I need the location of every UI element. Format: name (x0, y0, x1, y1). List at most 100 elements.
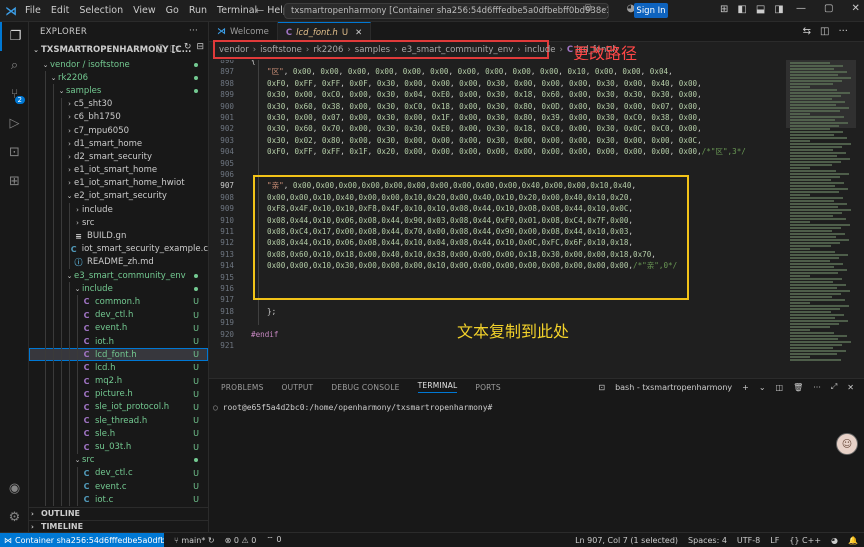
editor-scrollbar[interactable] (856, 60, 864, 378)
remote-indicator[interactable]: ⋈ Container sha256:54d6fffedbe5a0dfbebff… (0, 532, 164, 547)
breadcrumb-item[interactable]: isoftstone (260, 45, 302, 55)
close-icon[interactable]: ✕ (355, 28, 362, 38)
tree-item[interactable]: Cevent.c U (29, 480, 208, 494)
tab-welcome[interactable]: ⋊ Welcome (209, 22, 278, 42)
ports-status[interactable]: ⌔ 0 (266, 535, 281, 545)
terminal-name[interactable]: bash - txsmartropenharmony (615, 383, 732, 392)
copilot-status-icon[interactable]: ◕ (831, 536, 838, 545)
tree-item[interactable]: › src (29, 216, 208, 230)
end-of-line[interactable]: LF (770, 536, 779, 545)
compare-icon[interactable]: ⇆ (803, 26, 811, 37)
menu-selection[interactable]: Selection (79, 5, 123, 16)
code-line[interactable]: 918}; (209, 306, 786, 317)
workspace-root[interactable]: ⌄ TXSMARTROPENHARMONY [C... 🗋 🗀 ↻ ⊟ (29, 42, 208, 58)
new-file-icon[interactable]: 🗋 (158, 42, 165, 58)
timeline-section[interactable]: › TIMELINE (29, 520, 208, 532)
collapse-all-icon[interactable]: ⊟ (196, 42, 204, 58)
outline-section[interactable]: › OUTLINE (29, 507, 208, 519)
toggle-secondary-sidebar-icon[interactable]: ◨ (774, 4, 783, 15)
explorer-icon[interactable]: ❐ (0, 22, 29, 51)
code-line[interactable]: 904 0xF0, 0xFF, 0xFF, 0x1F, 0x20, 0x00, 0… (209, 146, 786, 157)
tree-item[interactable]: Ccommon.h U (29, 295, 208, 309)
toggle-sidebar-icon[interactable]: ◧ (737, 4, 746, 15)
menu-view[interactable]: View (133, 5, 156, 16)
problems-status[interactable]: ⊗ 0 ⚠ 0 (225, 536, 257, 545)
menu-go[interactable]: Go (166, 5, 179, 16)
tree-item[interactable]: › c6_bh1750 (29, 110, 208, 124)
tree-item[interactable]: ⌄ e3_smart_community_env (29, 269, 208, 283)
tree-item[interactable]: Csle_thread.h U (29, 414, 208, 428)
tree-item[interactable]: Cpicture.h U (29, 387, 208, 401)
more-actions-icon[interactable]: ··· (813, 383, 821, 392)
tree-item[interactable]: ⓘ README_zh.md (29, 255, 208, 269)
tab-lcd-font-h[interactable]: C lcd_font.h U ✕ (277, 22, 372, 42)
code-line[interactable]: 902 0x30, 0x60, 0x70, 0x00, 0x30, 0x30, 0… (209, 123, 786, 134)
new-folder-icon[interactable]: 🗀 (170, 42, 179, 58)
settings-gear-icon[interactable]: ⚙ (0, 503, 29, 532)
source-control-icon[interactable]: ⑂ 2 (0, 80, 29, 109)
run-debug-icon[interactable]: ▷ (0, 109, 29, 138)
extensions-icon[interactable]: ⊞ (0, 167, 29, 196)
code-line[interactable]: 900 0x30, 0x60, 0x38, 0x00, 0x30, 0xC0, 0… (209, 101, 786, 112)
tree-item[interactable]: Cdev_ctl.h U (29, 308, 208, 322)
language-mode[interactable]: {} C++ (789, 536, 821, 545)
menu-file[interactable]: File (25, 5, 41, 16)
close-window-icon[interactable]: ✕ (851, 3, 859, 14)
indentation[interactable]: Spaces: 4 (688, 536, 727, 545)
menu-edit[interactable]: Edit (51, 5, 69, 16)
tree-item[interactable]: › d1_smart_home (29, 137, 208, 151)
remote-window-icon[interactable]: ⧉ (585, 3, 592, 14)
breadcrumb-item[interactable]: samples (355, 45, 390, 55)
code-line[interactable]: 901 0x30, 0x00, 0x07, 0x00, 0x30, 0x00, 0… (209, 112, 786, 123)
code-line[interactable]: 897 "区", 0x00, 0x00, 0x00, 0x00, 0x00, 0x… (209, 66, 786, 77)
tree-item[interactable]: Csu_03t.h U (29, 440, 208, 454)
remote-explorer-icon[interactable]: ⊡ (0, 138, 29, 167)
minimize-icon[interactable]: — (796, 3, 806, 14)
new-terminal-icon[interactable]: + (742, 383, 749, 392)
code-line[interactable]: 898 0xF0, 0xFF, 0xFF, 0x0F, 0x30, 0x00, 0… (209, 78, 786, 89)
chevron-down-icon[interactable]: ⌄ (759, 383, 766, 392)
tree-item[interactable]: Ciot.h U (29, 334, 208, 349)
menu-run[interactable]: Run (189, 5, 207, 16)
account-icon[interactable]: ◉ (0, 474, 29, 503)
close-panel-icon[interactable]: ✕ (847, 383, 854, 392)
cursor-position[interactable]: Ln 907, Col 7 (1 selected) (575, 536, 678, 545)
tree-item[interactable]: ≡ BUILD.gn (29, 229, 208, 243)
assistant-avatar[interactable]: ☺ (836, 433, 858, 455)
tree-item[interactable]: › c5_sht30 (29, 97, 208, 111)
tree-item[interactable]: ⌄ vendor / isoftstone (29, 58, 208, 71)
tree-item[interactable]: Ciot.c U (29, 493, 208, 507)
tree-item[interactable]: › c7_mpu6050 (29, 123, 208, 138)
tree-item[interactable]: › e1_iot_smart_home (29, 163, 208, 177)
tree-item[interactable]: Csle_iot_protocol.h U (29, 400, 208, 415)
split-terminal-icon[interactable]: ◫ (776, 383, 784, 392)
tree-item[interactable]: Cmq2.h U (29, 374, 208, 388)
tree-item[interactable]: Clcd_font.h U (29, 348, 208, 362)
terminal-output[interactable]: ○ root@e65f5a4d2bc0:/home/openharmony/tx… (213, 403, 492, 412)
tab-problems[interactable]: PROBLEMS (221, 383, 264, 392)
tree-item[interactable]: ⌄ src (29, 453, 208, 467)
breadcrumb-item[interactable]: rk2206 (313, 45, 343, 55)
more-actions-icon[interactable]: ··· (189, 26, 198, 36)
toggle-panel-icon[interactable]: ⬓ (756, 4, 765, 15)
tree-item[interactable]: Cevent.h U (29, 321, 208, 335)
tree-item[interactable]: Csle.h U (29, 427, 208, 441)
sign-in-button[interactable]: Sign In (634, 3, 668, 18)
tab-output[interactable]: OUTPUT (282, 383, 314, 392)
search-icon[interactable]: ⌕ (0, 51, 29, 80)
command-center-search[interactable]: txsmartropenharmony [Container sha256:54… (284, 3, 609, 19)
more-actions-icon[interactable]: ··· (838, 26, 848, 37)
trash-icon[interactable]: 🗑 (793, 383, 803, 392)
breadcrumb-item[interactable]: vendor (219, 45, 249, 55)
back-arrow-icon[interactable]: ← (255, 4, 264, 17)
minimap[interactable] (786, 60, 856, 378)
tree-item[interactable]: › e1_iot_smart_home_hwiot (29, 176, 208, 190)
code-line[interactable]: 903 0x30, 0x02, 0x80, 0x00, 0x30, 0x00, 0… (209, 135, 786, 146)
code-line[interactable]: 899 0x30, 0x00, 0xC0, 0x00, 0x30, 0x04, 0… (209, 89, 786, 100)
tree-item[interactable]: Ciot_smart_security_example.c (29, 242, 208, 256)
tab-ports[interactable]: PORTS (475, 383, 500, 392)
chevron-down-icon[interactable]: ⌄ (600, 3, 608, 14)
breadcrumb-item[interactable]: e3_smart_community_env (402, 45, 514, 55)
tree-item[interactable]: Clcd.h U (29, 361, 208, 375)
branch-status[interactable]: ⑂ main* ↻ (174, 536, 215, 545)
